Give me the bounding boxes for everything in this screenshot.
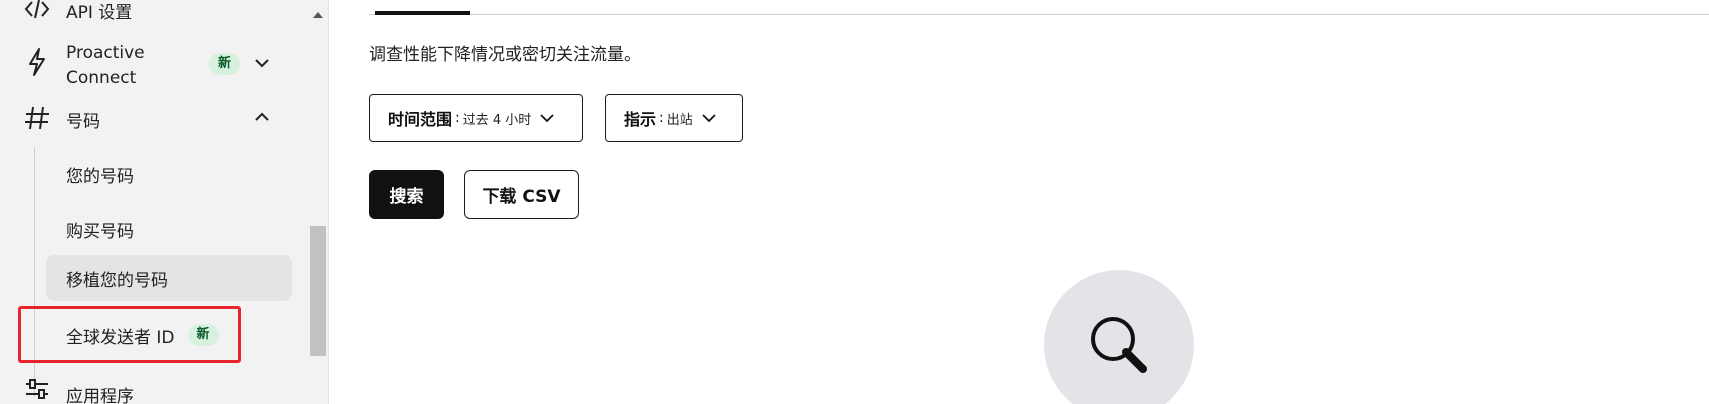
sidebar-subitem-port-numbers[interactable]: 移植您的号码 bbox=[46, 255, 292, 301]
scroll-up-arrow-icon[interactable] bbox=[313, 12, 323, 18]
filter-separator: : bbox=[455, 110, 460, 126]
highlight-annotation-box bbox=[18, 306, 241, 363]
filter-separator: : bbox=[659, 110, 664, 126]
sidebar-item-applications[interactable]: 应用程序 bbox=[66, 382, 134, 404]
active-tab-indicator bbox=[375, 11, 470, 15]
main-content: 调查性能下降情况或密切关注流量。 时间范围 : 过去 4 小时 指示 : 出站 … bbox=[329, 0, 1709, 404]
chevron-down-icon bbox=[701, 113, 717, 123]
proactive-connect-label-line1: Proactive bbox=[66, 43, 145, 63]
new-badge: 新 bbox=[209, 53, 241, 75]
sliders-icon bbox=[22, 378, 52, 404]
sidebar-subitem-label: 您的号码 bbox=[66, 166, 134, 187]
search-icon bbox=[1087, 313, 1151, 377]
chevron-down-icon bbox=[539, 113, 555, 123]
tabs-divider bbox=[369, 14, 1709, 15]
sidebar-subitem-your-numbers[interactable]: 您的号码 bbox=[46, 151, 292, 197]
sidebar-item-api-settings[interactable]: API 设置 bbox=[66, 0, 132, 23]
sidebar: API 设置 Proactive Connect 新 号码 您的号码 购买号码 … bbox=[0, 0, 329, 404]
search-button[interactable]: 搜索 bbox=[369, 170, 444, 219]
filter-value: 过去 4 小时 bbox=[462, 112, 532, 128]
direction-filter[interactable]: 指示 : 出站 bbox=[605, 94, 743, 142]
sidebar-subitem-label: 移植您的号码 bbox=[66, 270, 168, 291]
page-description: 调查性能下降情况或密切关注流量。 bbox=[369, 45, 641, 65]
scrollbar-thumb[interactable] bbox=[310, 226, 326, 356]
app-root: API 设置 Proactive Connect 新 号码 您的号码 购买号码 … bbox=[0, 0, 1709, 404]
sidebar-item-proactive-connect[interactable]: Proactive Connect bbox=[66, 41, 145, 91]
hash-icon bbox=[22, 103, 52, 133]
sidebar-subitem-label: 购买号码 bbox=[66, 221, 134, 242]
empty-state-illustration bbox=[1044, 270, 1194, 404]
chevron-down-icon[interactable] bbox=[252, 53, 272, 73]
time-range-filter[interactable]: 时间范围 : 过去 4 小时 bbox=[369, 94, 583, 142]
sidebar-subitem-buy-numbers[interactable]: 购买号码 bbox=[46, 206, 292, 252]
code-icon bbox=[22, 0, 52, 24]
filter-value: 出站 bbox=[666, 112, 693, 128]
proactive-connect-label-line2: Connect bbox=[66, 68, 137, 88]
sidebar-item-numbers[interactable]: 号码 bbox=[66, 107, 100, 132]
filter-name: 时间范围 bbox=[388, 110, 453, 129]
sidebar-scrollbar[interactable] bbox=[308, 0, 326, 404]
lightning-icon bbox=[22, 47, 52, 77]
download-csv-button[interactable]: 下载 CSV bbox=[464, 170, 579, 219]
chevron-up-icon[interactable] bbox=[252, 107, 272, 127]
filter-name: 指示 bbox=[624, 110, 657, 129]
